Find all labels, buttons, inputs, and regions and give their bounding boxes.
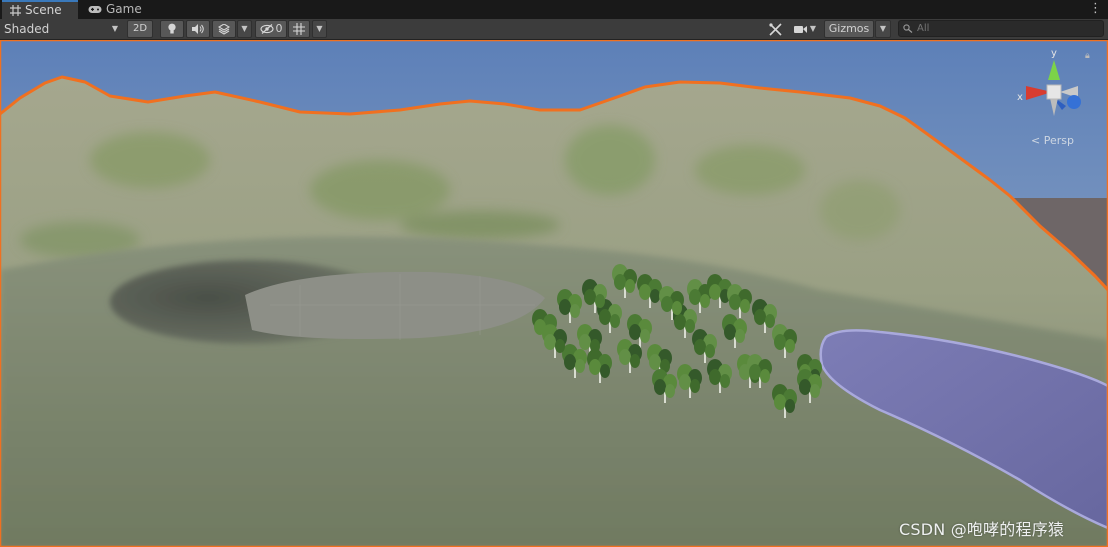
camera-icon: [793, 25, 807, 34]
grid-icon: [10, 5, 21, 16]
tab-scene-label: Scene: [25, 3, 62, 17]
gizmos-button[interactable]: Gizmos: [824, 20, 874, 38]
lock-icon[interactable]: 🔒︎: [1085, 51, 1090, 61]
audio-toggle-button[interactable]: [186, 20, 210, 38]
chevron-down-icon: ▼: [809, 24, 817, 33]
axis-y-label: y: [1051, 48, 1057, 59]
hidden-objects-toggle[interactable]: 0: [255, 20, 287, 38]
grid-toggle-button[interactable]: [288, 20, 310, 38]
scene-toolbar: Shaded ▼ 2D ▼ 0 ▼ ▼ Gizmos ▼ All: [0, 19, 1108, 40]
scene-viewport[interactable]: y x 🔒︎ < Persp CSDN @咆哮的程序猿: [0, 40, 1108, 547]
search-input[interactable]: [917, 23, 1087, 34]
gizmos-dropdown[interactable]: ▼: [875, 20, 891, 38]
draw-mode-dropdown[interactable]: Shaded ▼: [0, 20, 122, 38]
2d-toggle-label: 2D: [132, 23, 148, 34]
lightbulb-icon: [167, 23, 177, 35]
grid-snap-icon: [293, 23, 305, 35]
tab-scene[interactable]: Scene: [2, 0, 78, 19]
chevron-down-icon: ▼: [111, 24, 118, 33]
2d-toggle-button[interactable]: 2D: [127, 20, 153, 38]
draw-mode-label: Shaded: [4, 22, 50, 36]
layers-icon: [218, 23, 230, 35]
tab-game-label: Game: [106, 2, 142, 16]
tab-game[interactable]: Game: [80, 0, 144, 19]
search-icon: [903, 24, 913, 33]
effects-toggle-button[interactable]: [212, 20, 236, 38]
perspective-toggle[interactable]: < Persp: [1031, 134, 1074, 147]
lighting-toggle-button[interactable]: [160, 20, 184, 38]
tools-button[interactable]: [763, 20, 787, 38]
effects-dropdown[interactable]: ▼: [237, 20, 252, 38]
hidden-objects-count: 0: [275, 22, 283, 35]
axis-x-label: x: [1017, 92, 1023, 103]
more-options-icon[interactable]: ⋮: [1089, 1, 1102, 16]
eye-slash-icon: [259, 24, 274, 34]
chevron-down-icon: ▼: [879, 24, 887, 33]
scene-render: [0, 40, 1108, 547]
gamepad-icon: [88, 5, 102, 15]
grid-dropdown[interactable]: ▼: [312, 20, 327, 38]
chevron-down-icon: ▼: [241, 24, 248, 33]
watermark-text: CSDN @咆哮的程序猿: [899, 520, 1065, 539]
chevron-down-icon: ▼: [316, 24, 323, 33]
tab-strip: Scene Game ⋮: [0, 0, 1108, 19]
camera-settings-dropdown[interactable]: ▼: [789, 20, 821, 38]
speaker-icon: [192, 24, 204, 34]
gizmos-label: Gizmos: [828, 22, 870, 35]
hierarchy-search[interactable]: [898, 20, 1104, 37]
wrench-icon: [768, 22, 782, 36]
